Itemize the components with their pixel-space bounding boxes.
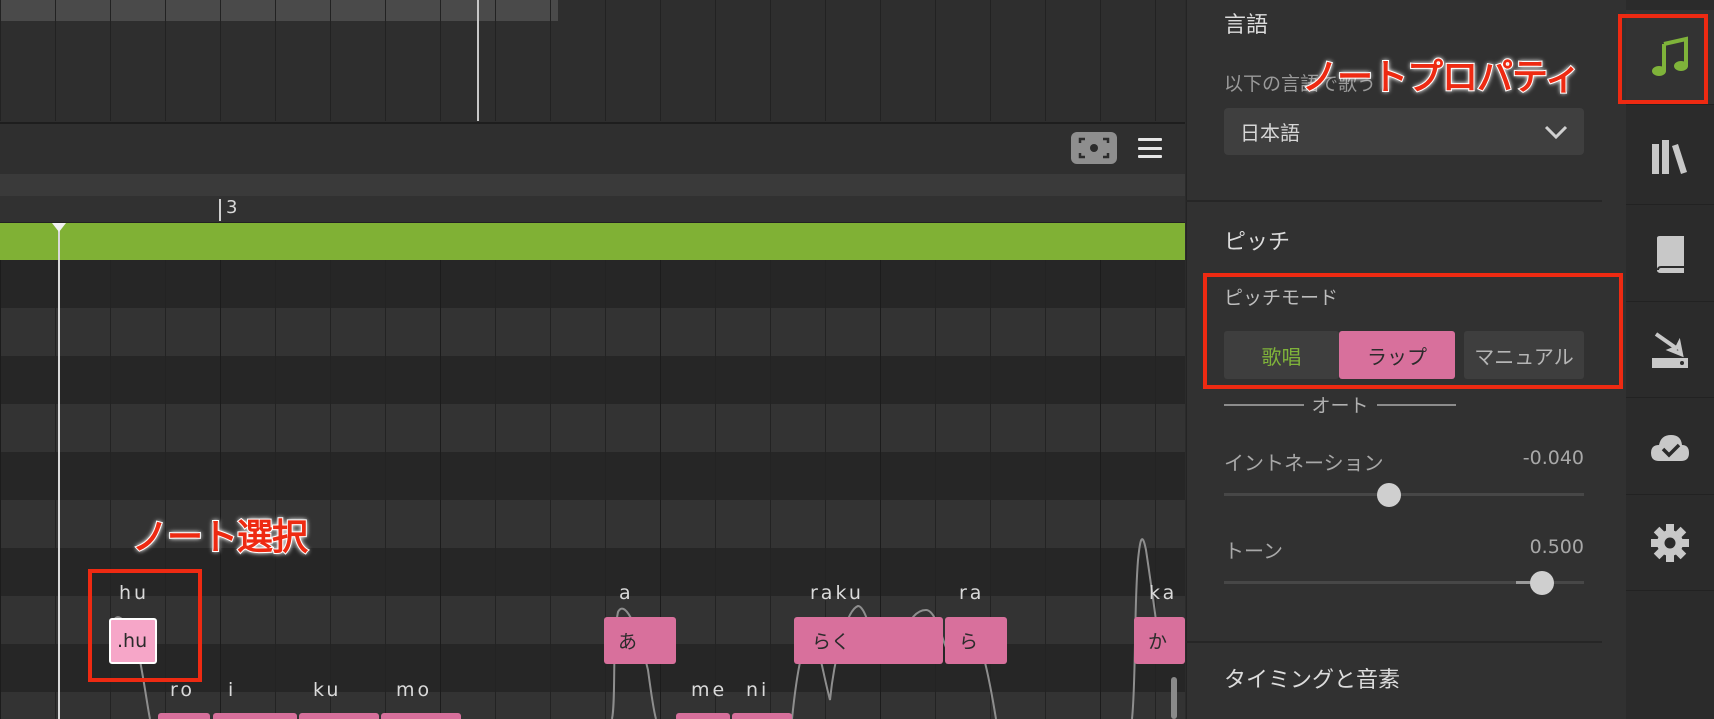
focus-camera-icon (1078, 137, 1110, 159)
overview-grid-line (825, 0, 826, 121)
measure-number: 3 (226, 197, 238, 218)
timing-section-title: タイミングと音素 (1224, 668, 1401, 693)
note-lyric: mo (396, 679, 433, 701)
overview-grid-line (990, 0, 991, 121)
intonation-slider-knob[interactable] (1377, 483, 1401, 507)
library-icon (1652, 140, 1687, 174)
documentation-tab[interactable] (1626, 207, 1714, 302)
overview-grid-line (165, 0, 166, 121)
note-lyric: ra (959, 582, 985, 604)
overview-grid-line (110, 0, 111, 121)
tempo-track-bar[interactable] (0, 223, 1185, 260)
focus-view-button[interactable] (1071, 132, 1117, 164)
playhead-handle[interactable] (52, 223, 66, 232)
overview-grid-line (275, 0, 276, 121)
overview-grid-line (715, 0, 716, 121)
arrangement-overview[interactable] (0, 0, 1185, 123)
auto-group-label: オート (1224, 391, 1457, 418)
library-tab[interactable] (1626, 110, 1714, 205)
note-block[interactable] (676, 713, 730, 719)
note-lyric: ku (313, 679, 342, 701)
cloud-sync-tab[interactable] (1626, 400, 1714, 495)
timeline-ruler[interactable] (0, 196, 1185, 223)
overview-grid-line (385, 0, 386, 121)
overview-grid-line (770, 0, 771, 121)
intonation-label: イントネーション (1224, 451, 1384, 475)
editor-toolbar (0, 124, 1185, 174)
cloud-check-icon (1651, 435, 1689, 461)
overview-grid-line (55, 0, 56, 121)
note-lyric: ka (1149, 582, 1178, 604)
note-block[interactable]: ら (945, 617, 1007, 664)
overview-grid-line (440, 0, 441, 121)
pitch-section-title: ピッチ (1224, 230, 1291, 255)
editor-menu-button[interactable] (1138, 135, 1162, 161)
intonation-value: -0.040 (1522, 447, 1584, 469)
note-lyric: i (228, 679, 237, 701)
gear-icon (1651, 524, 1689, 562)
note-block[interactable] (299, 713, 379, 719)
overview-grid-line (495, 0, 496, 121)
note-select-highlight-box (88, 569, 202, 682)
overview-selection-region[interactable] (0, 0, 558, 21)
note-property-icon-highlight-box (1618, 14, 1708, 104)
note-block[interactable] (732, 713, 792, 719)
overview-grid-line (1045, 0, 1046, 121)
language-dropdown[interactable]: 日本語 (1224, 108, 1584, 155)
hamburger-menu-icon (1138, 138, 1162, 141)
overview-grid-line (220, 0, 221, 121)
timeline-strip (0, 174, 1185, 196)
chevron-down-icon (1544, 125, 1568, 139)
export-tab[interactable] (1626, 303, 1714, 398)
measure-marker (219, 199, 221, 221)
language-section-title: 言語 (1224, 13, 1269, 38)
intonation-slider-track[interactable] (1224, 493, 1584, 496)
overview-grid-line (330, 0, 331, 121)
note-lyric: me (691, 679, 728, 701)
overview-grid-line (550, 0, 551, 121)
settings-tab[interactable] (1626, 496, 1714, 591)
overview-playhead (477, 0, 479, 121)
note-block[interactable] (213, 713, 297, 719)
book-icon (1657, 236, 1684, 273)
language-selected-value: 日本語 (1240, 121, 1300, 145)
note-block[interactable] (381, 713, 461, 719)
note-block[interactable]: か (1134, 617, 1185, 664)
tone-value: 0.500 (1529, 536, 1584, 558)
pitch-mode-highlight-box (1203, 273, 1623, 389)
note-block[interactable] (158, 713, 210, 719)
section-divider (1186, 641, 1602, 643)
overview-grid-line (605, 0, 606, 121)
overview-grid-line (880, 0, 881, 121)
note-lyric: raku (810, 582, 864, 604)
vertical-scrollbar[interactable] (1171, 677, 1177, 719)
overview-grid-line (1155, 0, 1156, 121)
export-icon (1652, 332, 1688, 368)
overview-grid-line (1100, 0, 1101, 121)
note-select-annotation: ノート選択 (131, 516, 309, 559)
note-lyric: ro (170, 679, 196, 701)
note-property-annotation: ノートプロパティ (1301, 56, 1582, 99)
playhead-line[interactable] (58, 223, 60, 719)
overview-grid-line (0, 0, 1, 121)
tone-label: トーン (1224, 539, 1283, 563)
section-divider (1186, 200, 1602, 202)
note-lyric: ni (746, 679, 770, 701)
tone-slider-knob[interactable] (1530, 571, 1554, 595)
note-block[interactable]: あ (604, 617, 676, 664)
note-block[interactable]: らく (794, 617, 943, 664)
overview-grid-line (935, 0, 936, 121)
note-lyric: a (619, 582, 634, 604)
overview-grid-line (660, 0, 661, 121)
